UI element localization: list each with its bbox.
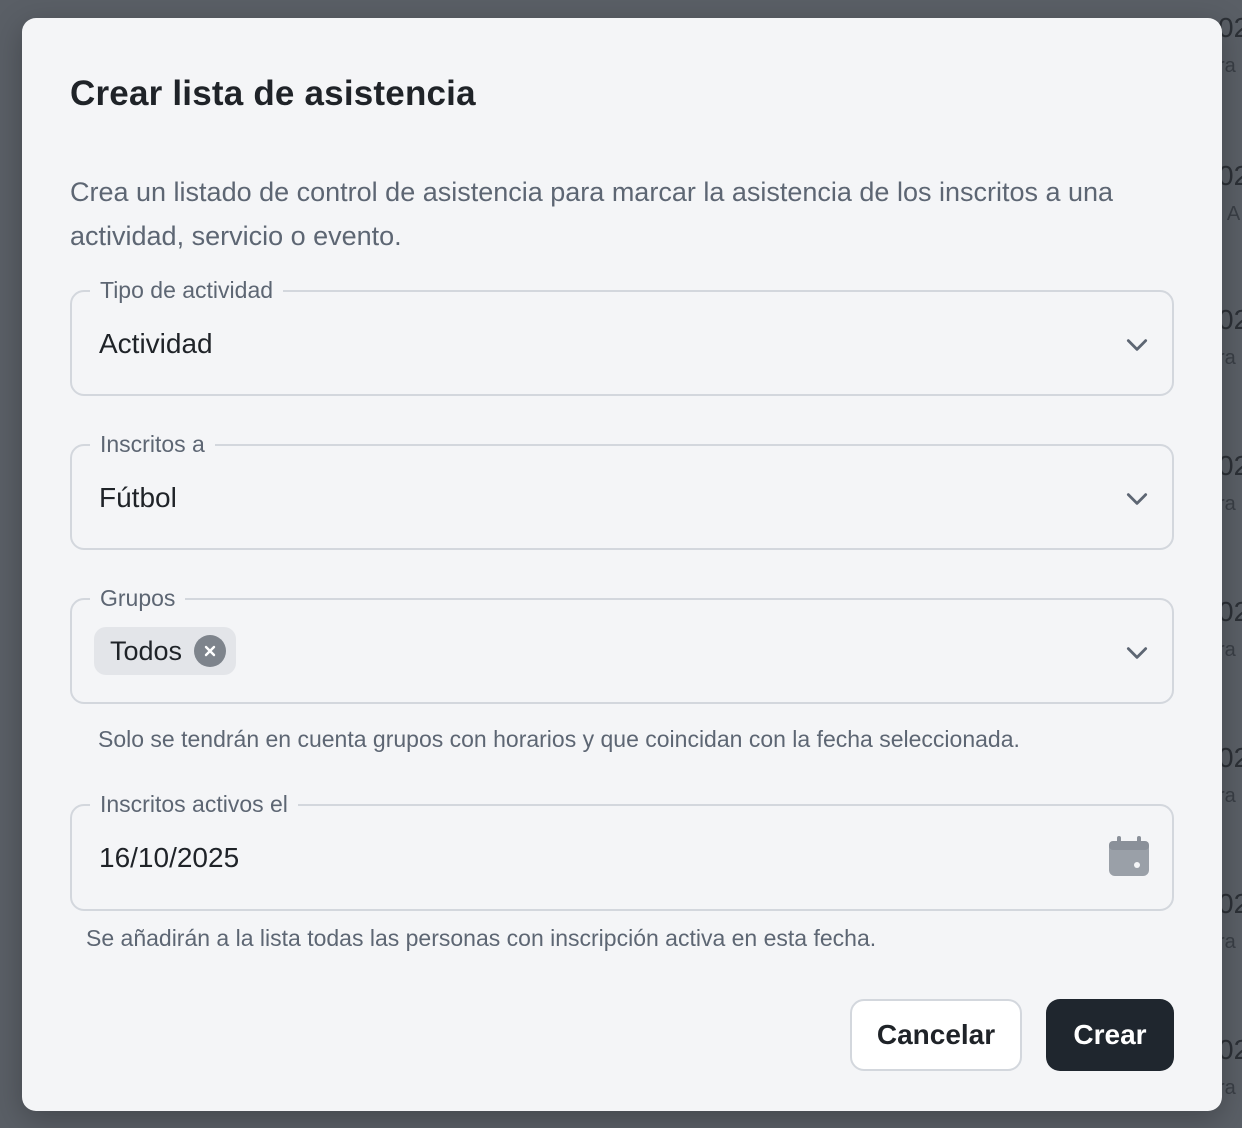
activity-type-label: Tipo de actividad bbox=[90, 275, 284, 305]
active-date-label: Inscritos activos el bbox=[90, 789, 298, 819]
enrolled-in-select[interactable]: Inscritos a Fútbol bbox=[70, 429, 1174, 550]
chip-label: Todos bbox=[110, 635, 183, 666]
groups-helper-text: Solo se tendrán en cuenta grupos con hor… bbox=[98, 726, 1020, 752]
groups-label: Grupos bbox=[90, 583, 186, 613]
enrolled-in-label: Inscritos a bbox=[90, 429, 215, 459]
remove-chip-icon[interactable] bbox=[194, 635, 227, 667]
create-attendance-list-dialog: Crear lista de asistencia Crea un listad… bbox=[22, 18, 1222, 1111]
activity-type-select[interactable]: Tipo de actividad Actividad bbox=[70, 275, 1174, 396]
chevron-down-icon[interactable] bbox=[1124, 486, 1150, 512]
cancel-button[interactable]: Cancelar bbox=[850, 999, 1022, 1071]
active-date-helper-text: Se añadirán a la lista todas las persona… bbox=[86, 925, 877, 951]
active-date-value: 16/10/2025 bbox=[99, 842, 240, 873]
activity-type-value: Actividad bbox=[99, 328, 213, 359]
chevron-down-icon[interactable] bbox=[1124, 332, 1150, 358]
calendar-icon[interactable] bbox=[1108, 836, 1150, 878]
group-chip-todos: Todos bbox=[94, 627, 237, 675]
create-button[interactable]: Crear bbox=[1046, 999, 1174, 1071]
enrolled-in-value: Fútbol bbox=[99, 482, 177, 513]
chevron-down-icon[interactable] bbox=[1124, 640, 1150, 666]
groups-multiselect[interactable]: Grupos Todos bbox=[70, 583, 1174, 704]
dialog-title: Crear lista de asistencia bbox=[70, 74, 476, 113]
dialog-description: Crea un listado de control de asistencia… bbox=[70, 177, 1114, 251]
active-date-field[interactable]: Inscritos activos el 16/10/2025 bbox=[70, 789, 1174, 911]
